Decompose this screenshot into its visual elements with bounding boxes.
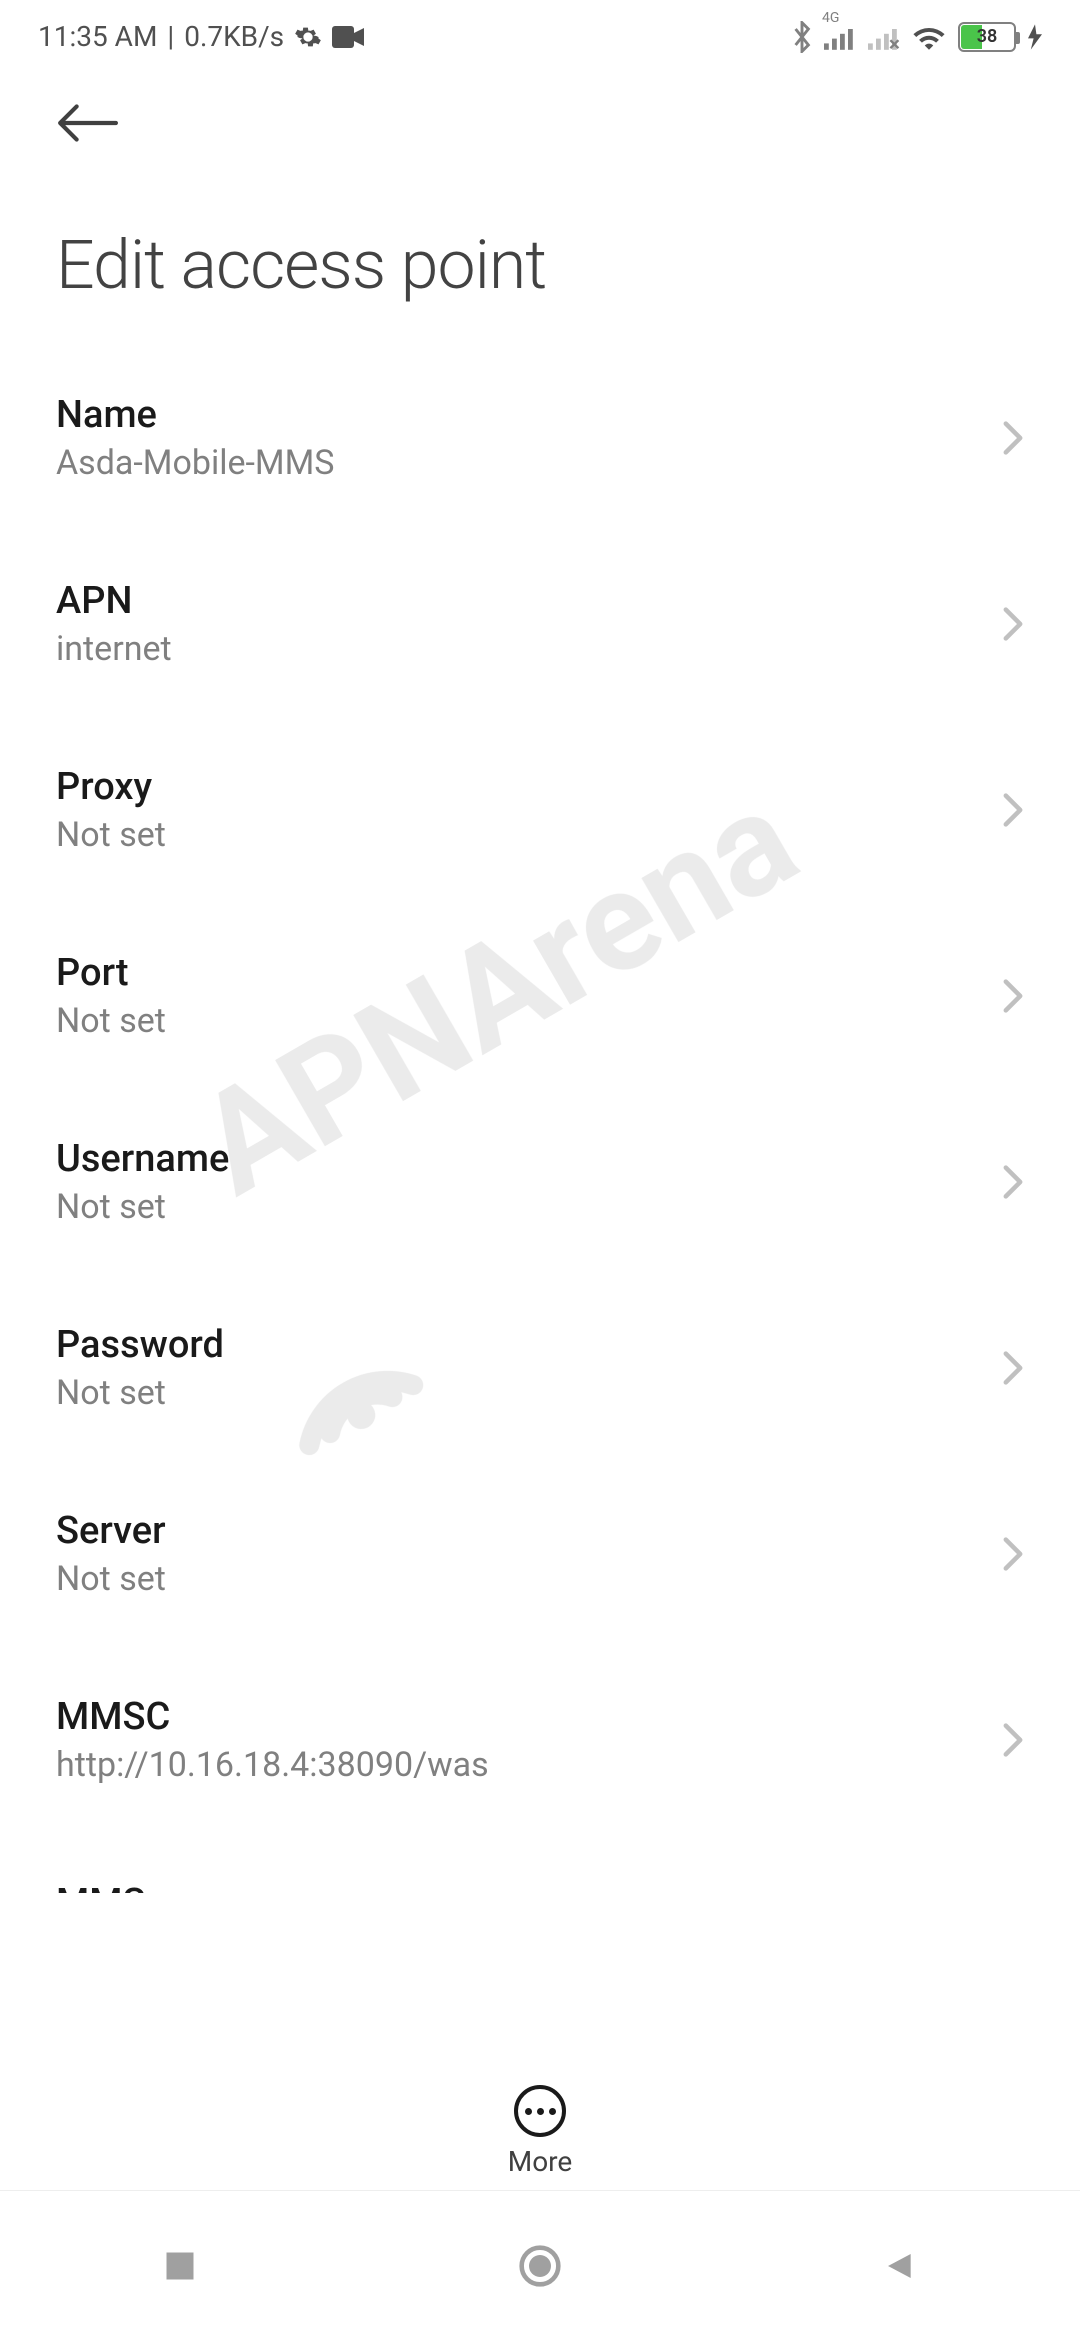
status-time: 11:35 AM — [38, 20, 157, 53]
row-apn[interactable]: APN internet — [56, 531, 1024, 717]
row-mms-proxy[interactable]: MMS proxy 10.16.18.77 — [56, 1833, 1024, 1893]
circle-icon — [518, 2244, 562, 2288]
row-label: Password — [56, 1323, 982, 1367]
row-label: Username — [56, 1137, 982, 1181]
chevron-right-icon — [1002, 792, 1024, 828]
chevron-right-icon — [1002, 420, 1024, 456]
chevron-right-icon — [1002, 1722, 1024, 1758]
chevron-right-icon — [1002, 1350, 1024, 1386]
row-value: Not set — [56, 1373, 982, 1413]
row-label: MMSC — [56, 1695, 982, 1739]
chevron-right-icon — [1002, 1164, 1024, 1200]
row-port[interactable]: Port Not set — [56, 903, 1024, 1089]
chevron-right-icon — [1002, 978, 1024, 1014]
nav-home-button[interactable] — [515, 2241, 565, 2291]
row-label: Port — [56, 951, 982, 995]
status-separator: | — [167, 20, 174, 53]
row-value: internet — [56, 629, 982, 669]
more-button[interactable]: More — [0, 2085, 1080, 2178]
gear-icon — [294, 23, 322, 51]
arrow-left-icon — [56, 103, 118, 143]
chevron-right-icon — [1002, 606, 1024, 642]
row-value: Not set — [56, 1001, 982, 1041]
nav-recents-button[interactable] — [155, 2241, 205, 2291]
row-value: Not set — [56, 1187, 982, 1227]
row-label: Name — [56, 393, 982, 437]
status-bar: 11:35 AM | 0.7KB/s 4G — [0, 0, 1080, 63]
chevron-right-icon — [1002, 1536, 1024, 1572]
status-speed: 0.7KB/s — [184, 20, 284, 53]
row-value: Not set — [56, 815, 982, 855]
row-password[interactable]: Password Not set — [56, 1275, 1024, 1461]
row-mmsc[interactable]: MMSC http://10.16.18.4:38090/was — [56, 1647, 1024, 1833]
row-value: Asda-Mobile-MMS — [56, 443, 982, 483]
row-label: Proxy — [56, 765, 982, 809]
nav-back-button[interactable] — [875, 2241, 925, 2291]
row-value: Not set — [56, 1559, 982, 1599]
back-button[interactable] — [56, 128, 118, 147]
signal-4g-icon: 4G — [824, 24, 856, 50]
row-label: Server — [56, 1509, 982, 1553]
row-proxy[interactable]: Proxy Not set — [56, 717, 1024, 903]
battery-icon: 38 — [958, 22, 1016, 52]
more-label: More — [508, 2145, 573, 2178]
bluetooth-icon — [792, 21, 812, 53]
settings-list: Name Asda-Mobile-MMS APN internet Proxy … — [0, 345, 1080, 1893]
row-name[interactable]: Name Asda-Mobile-MMS — [56, 345, 1024, 531]
row-label: APN — [56, 579, 982, 623]
row-label: MMS proxy — [56, 1881, 982, 1893]
navigation-bar — [0, 2190, 1080, 2340]
charging-icon — [1028, 24, 1042, 50]
page-title: Edit access point — [0, 147, 1080, 345]
triangle-left-icon — [884, 2248, 916, 2284]
row-value: http://10.16.18.4:38090/was — [56, 1745, 982, 1785]
wifi-icon — [912, 24, 946, 50]
more-icon — [514, 2085, 566, 2137]
signal-nosim-icon — [868, 24, 900, 50]
square-icon — [162, 2248, 198, 2284]
camera-icon — [332, 26, 364, 48]
row-server[interactable]: Server Not set — [56, 1461, 1024, 1647]
row-username[interactable]: Username Not set — [56, 1089, 1024, 1275]
